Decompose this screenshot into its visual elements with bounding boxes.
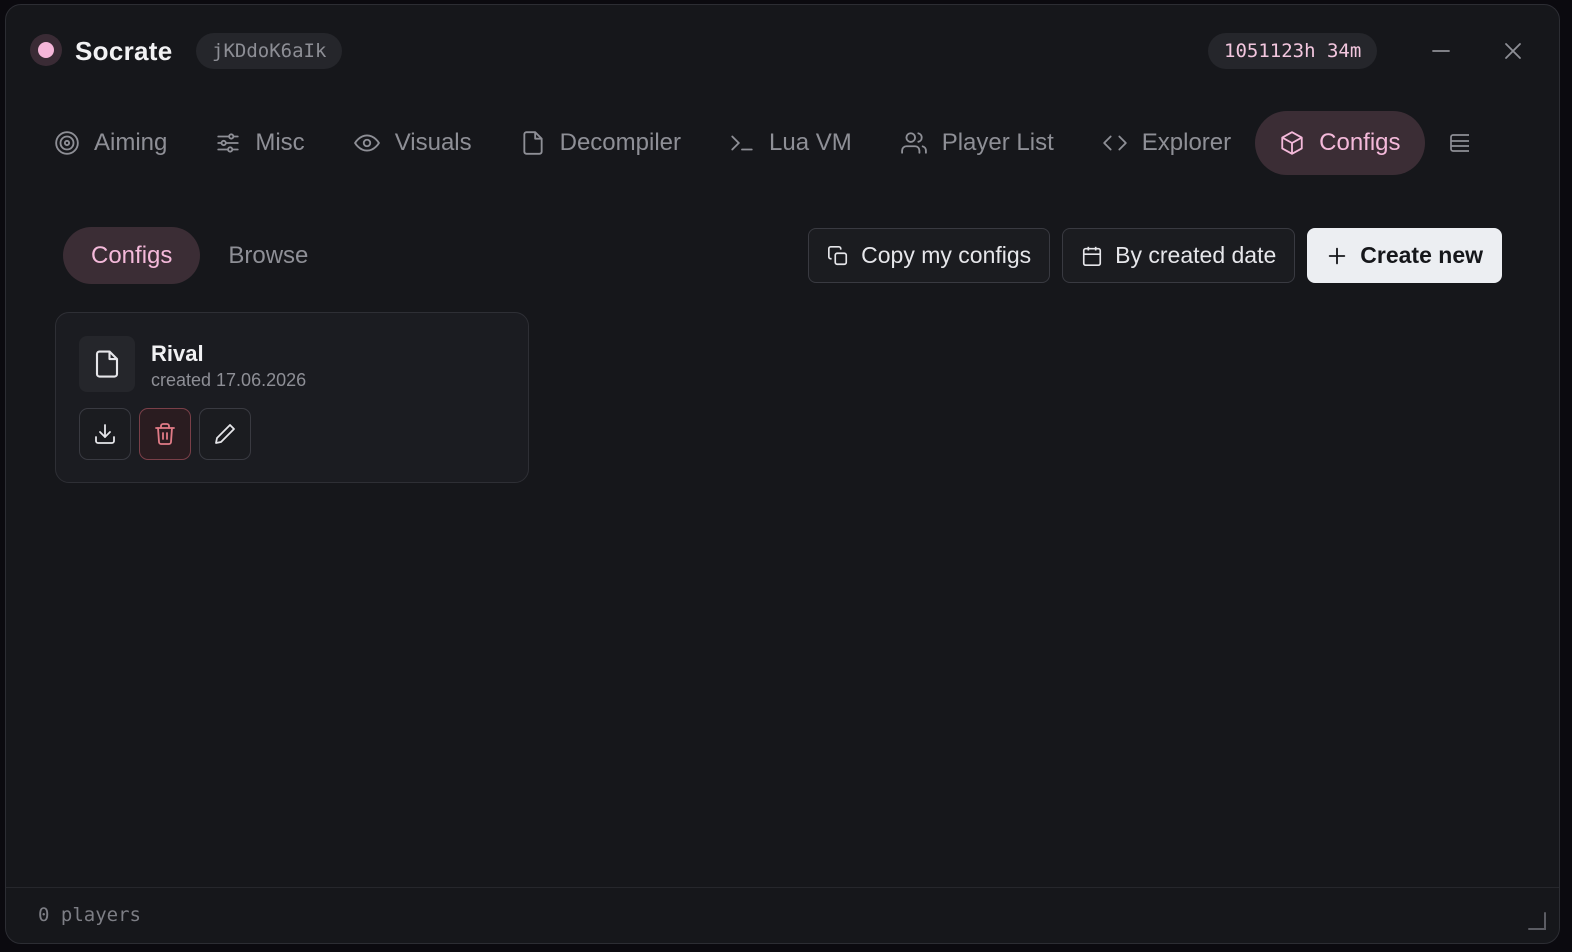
tab-label: Visuals	[394, 129, 472, 156]
main-tabs: Aiming Misc Visuals Decompiler Lua VM Pl…	[30, 111, 1483, 175]
create-new-button[interactable]: Create new	[1307, 228, 1502, 283]
tab-label: Decompiler	[559, 129, 681, 156]
app-logo-icon	[30, 34, 62, 66]
player-count: 0 players	[38, 904, 141, 926]
sort-label: By created date	[1115, 242, 1277, 268]
subtab-configs[interactable]: Configs	[63, 227, 201, 284]
tab-label: Explorer	[1141, 129, 1232, 156]
copy-configs-button[interactable]: Copy my configs	[808, 228, 1051, 283]
tab-aiming[interactable]: Aiming	[30, 111, 191, 175]
code-icon	[1103, 135, 1127, 151]
plus-icon	[1329, 247, 1346, 264]
tab-decompiler[interactable]: Decompiler	[496, 111, 705, 175]
status-bar: 0 players	[6, 887, 1559, 943]
delete-config-button[interactable]	[139, 408, 191, 460]
eye-icon	[353, 134, 380, 152]
tab-player-list[interactable]: Player List	[876, 111, 1078, 175]
tab-label: Aiming	[94, 129, 168, 156]
tab-label: Configs	[1319, 129, 1401, 156]
copy-icon	[828, 245, 848, 265]
tab-label: Player List	[941, 129, 1054, 156]
close-button[interactable]	[1495, 33, 1531, 69]
app-title: Socrate	[75, 36, 173, 66]
file-icon	[523, 131, 543, 155]
tab-overflow[interactable]	[1425, 111, 1483, 175]
config-subtabs: Configs Browse	[63, 227, 336, 284]
minimize-icon	[1432, 50, 1450, 52]
edit-config-button[interactable]	[199, 408, 251, 460]
config-card-actions	[79, 408, 251, 460]
copy-configs-label: Copy my configs	[861, 242, 1032, 268]
box-icon	[1281, 131, 1303, 155]
tab-explorer[interactable]: Explorer	[1078, 111, 1255, 175]
resize-handle-icon[interactable]	[1525, 909, 1547, 931]
tab-visuals[interactable]: Visuals	[329, 111, 496, 175]
trash-icon	[155, 423, 175, 445]
tab-label: Lua VM	[769, 129, 852, 156]
config-name: Rival	[151, 341, 204, 366]
uptime-badge: 1051123h 34m	[1208, 33, 1378, 69]
create-new-label: Create new	[1360, 242, 1483, 268]
calendar-icon	[1083, 246, 1102, 266]
terminal-icon	[731, 135, 753, 151]
subtab-browse[interactable]: Browse	[200, 227, 336, 284]
pencil-icon	[215, 424, 235, 444]
users-icon	[900, 132, 927, 154]
sliders-icon	[217, 133, 240, 153]
session-id-badge: jKDdoK6aIk	[196, 33, 343, 69]
list-icon	[1449, 134, 1469, 152]
tab-lua-vm[interactable]: Lua VM	[705, 111, 876, 175]
minimize-button[interactable]	[1423, 33, 1459, 69]
title-bar[interactable]: Socrate jKDdoK6aIk 1051123h 34m	[6, 5, 1559, 97]
load-config-button[interactable]	[79, 408, 131, 460]
tab-misc[interactable]: Misc	[191, 111, 328, 175]
app-window: Socrate jKDdoK6aIk 1051123h 34m Aiming M…	[5, 4, 1560, 944]
target-icon	[55, 131, 79, 155]
download-icon	[95, 424, 115, 444]
close-icon	[1505, 43, 1521, 59]
tab-label: Misc	[255, 129, 305, 156]
sort-button[interactable]: By created date	[1062, 228, 1296, 283]
config-file-icon	[79, 336, 135, 392]
config-actions: Copy my configs By created date Create n…	[808, 228, 1502, 283]
config-created-date: created 17.06.2026	[151, 370, 307, 390]
tab-configs[interactable]: Configs	[1255, 111, 1425, 175]
config-card: Rival created 17.06.2026	[55, 312, 529, 483]
